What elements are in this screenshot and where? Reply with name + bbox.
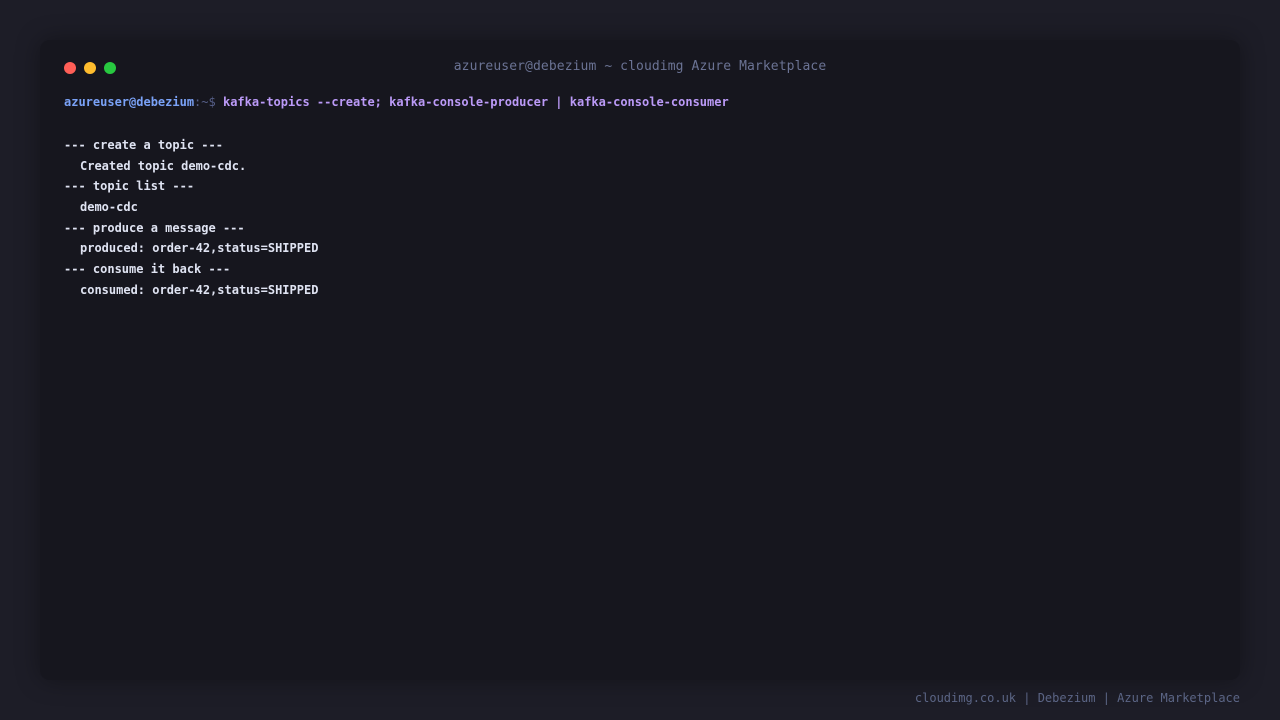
output-line: --- create a topic ---	[64, 138, 223, 152]
output-line: --- produce a message ---	[64, 220, 245, 235]
output-line: consumed: order-42,status=SHIPPED	[80, 282, 319, 297]
output-line: Created topic demo-cdc.	[80, 158, 247, 173]
window-title: azureuser@debezium ~ cloudimg Azure Mark…	[453, 59, 827, 74]
output-line: --- topic list ---	[64, 179, 195, 194]
terminal-output: --- create a topic --- Created topic dem…	[64, 135, 1216, 301]
terminal-window: azureuser@debezium ~ cloudimg Azure Mark…	[40, 40, 1240, 680]
output-line: produced: order-42,status=SHIPPED	[80, 241, 319, 256]
footer-credits: cloudimg.co.uk | Debezium | Azure Market…	[914, 691, 1240, 705]
output-line: demo-cdc	[80, 200, 138, 215]
titlebar: azureuser@debezium ~ cloudimg Azure Mark…	[40, 40, 1240, 96]
output-line: --- consume it back ---	[64, 262, 231, 277]
prompt-user-host: azureuser@debezium	[64, 95, 195, 109]
terminal-body[interactable]: azureuser@debezium:~$ kafka-topics --cre…	[64, 93, 1216, 301]
prompt-line: azureuser@debezium:~$ kafka-topics --cre…	[64, 93, 1216, 111]
prompt-command: kafka-topics --create; kafka-console-pro…	[222, 95, 729, 109]
prompt-path: :~$	[194, 95, 216, 109]
